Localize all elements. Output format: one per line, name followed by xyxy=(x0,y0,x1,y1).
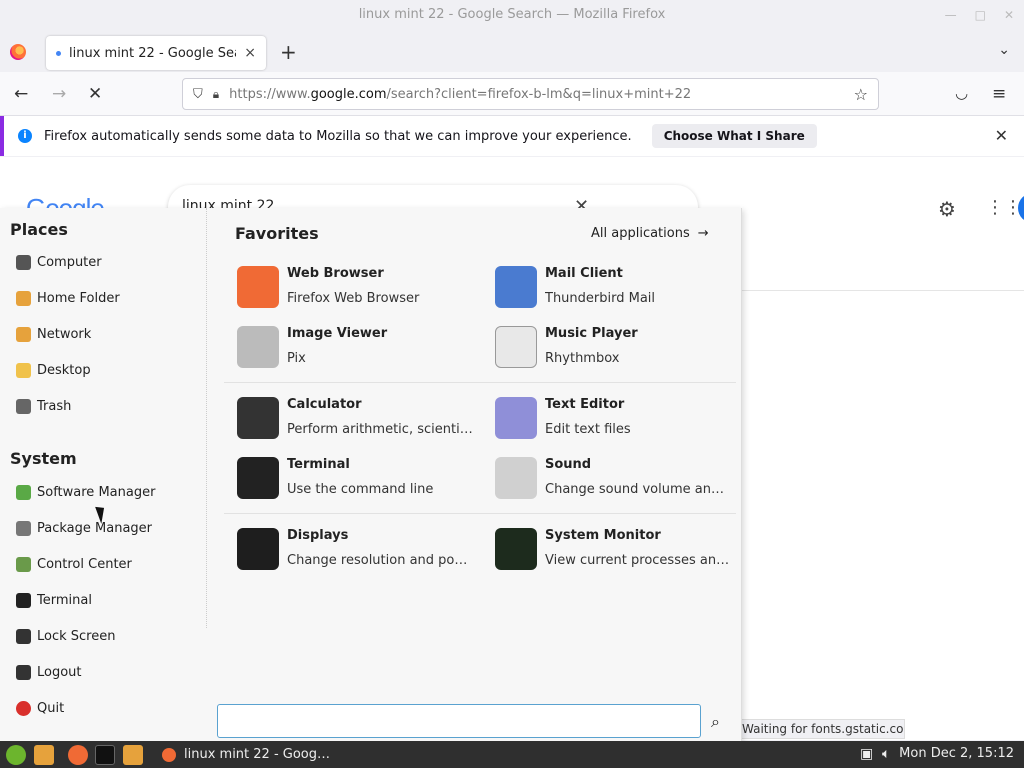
choose-what-i-share-button[interactable]: Choose What I Share xyxy=(651,124,817,148)
computer-icon xyxy=(16,254,31,270)
firefox-view-icon[interactable] xyxy=(10,44,26,60)
window-controls: — □ ✕ xyxy=(945,0,1014,30)
place-home-folder[interactable]: Home Folder xyxy=(16,286,120,310)
bookmark-star-icon[interactable]: ☆ xyxy=(854,85,868,104)
home-folder-icon xyxy=(16,290,31,306)
tab-label: linux mint 22 - Google Search xyxy=(69,45,236,61)
firefox-launcher-icon[interactable] xyxy=(68,745,88,765)
system-logout[interactable]: Logout xyxy=(16,660,82,684)
status-bubble: Waiting for fonts.gstatic.com… xyxy=(735,719,905,739)
taskbar-firefox-window[interactable]: linux mint 22 - Goog… xyxy=(154,741,332,768)
fav-music-player[interactable]: Music Player Rhythmbox xyxy=(495,324,735,372)
fav-web-browser[interactable]: Web Browser Firefox Web Browser xyxy=(237,264,477,312)
system-software-manager[interactable]: Software Manager xyxy=(16,480,155,504)
url-text[interactable]: https://www.google.com/search?client=fir… xyxy=(229,87,844,102)
firefox-icon xyxy=(237,266,279,308)
all-applications-button[interactable]: All applications → xyxy=(591,226,709,241)
fav-terminal[interactable]: Terminal Use the command line xyxy=(237,455,477,503)
system-terminal[interactable]: Terminal xyxy=(16,588,92,612)
fav-text-editor[interactable]: Text Editor Edit text files xyxy=(495,395,735,443)
terminal-icon xyxy=(16,592,31,608)
start-menu: Places Computer Home Folder Network Desk… xyxy=(0,208,742,741)
place-computer[interactable]: Computer xyxy=(16,250,102,274)
tab-google-search[interactable]: linux mint 22 - Google Search × xyxy=(46,36,266,70)
terminal-launcher-icon[interactable] xyxy=(95,745,115,765)
arrow-right-icon: → xyxy=(697,226,709,241)
lock-icon[interactable]: 🔒︎ xyxy=(213,87,219,102)
divider xyxy=(740,290,1024,291)
place-trash[interactable]: Trash xyxy=(16,394,71,418)
software-manager-icon xyxy=(16,484,31,500)
place-desktop[interactable]: Desktop xyxy=(16,358,91,382)
search-icon: ⌕ xyxy=(711,712,720,731)
network-folder-icon xyxy=(16,326,31,342)
fav-system-monitor[interactable]: System Monitor View current processes and… xyxy=(495,526,735,574)
music-note-icon xyxy=(495,326,537,368)
workspace-icon[interactable]: ▣ xyxy=(860,746,873,762)
loading-icon xyxy=(56,50,61,56)
system-lock-screen[interactable]: Lock Screen xyxy=(16,624,115,648)
taskbar-window-label: linux mint 22 - Goog… xyxy=(184,747,331,762)
system-package-manager[interactable]: Package Manager xyxy=(16,516,152,540)
list-all-tabs-button[interactable]: ⌄ xyxy=(998,42,1010,58)
lock-icon xyxy=(16,628,31,644)
fav-image-viewer[interactable]: Image Viewer Pix xyxy=(237,324,477,372)
stop-loading-button[interactable]: ✕ xyxy=(88,84,102,104)
close-tab-icon[interactable]: × xyxy=(244,45,256,61)
displays-icon xyxy=(237,528,279,570)
taskbar: linux mint 22 - Goog… ▣ 🔈︎ Mon Dec 2, 15… xyxy=(0,741,1024,768)
calculator-icon xyxy=(237,397,279,439)
system-control-center[interactable]: Control Center xyxy=(16,552,132,576)
tab-bar: linux mint 22 - Google Search × + ⌄ xyxy=(0,32,1024,72)
text-editor-icon xyxy=(495,397,537,439)
firefox-icon xyxy=(162,747,176,762)
control-center-icon xyxy=(16,556,31,572)
url-bar[interactable]: ⛉ 🔒︎ https://www.google.com/search?clien… xyxy=(182,78,879,110)
place-network[interactable]: Network xyxy=(16,322,91,346)
data-collection-notification: i Firefox automatically sends some data … xyxy=(0,116,1024,156)
show-desktop-icon[interactable] xyxy=(34,745,54,765)
power-icon xyxy=(16,700,31,716)
system-monitor-icon xyxy=(495,528,537,570)
tracking-protection-shield-icon[interactable]: ⛉ xyxy=(193,87,203,102)
new-tab-button[interactable]: + xyxy=(280,40,297,64)
settings-gear-icon[interactable]: ⚙ xyxy=(938,197,956,221)
mint-menu-icon[interactable] xyxy=(6,745,26,765)
files-launcher-icon[interactable] xyxy=(123,745,143,765)
notification-message: Firefox automatically sends some data to… xyxy=(44,128,632,144)
close-notification-icon[interactable]: ✕ xyxy=(995,126,1008,145)
favorites-separator xyxy=(224,513,736,514)
clock[interactable]: Mon Dec 2, 15:12 xyxy=(899,746,1014,761)
app-menu-button[interactable]: ≡ xyxy=(992,84,1006,104)
close-window-button[interactable]: ✕ xyxy=(1004,8,1014,22)
system-quit[interactable]: Quit xyxy=(16,696,64,720)
speaker-icon xyxy=(495,457,537,499)
navigation-bar: ← → ✕ ⛉ 🔒︎ https://www.google.com/search… xyxy=(0,72,1024,116)
image-viewer-icon xyxy=(237,326,279,368)
menu-search-input[interactable] xyxy=(217,704,701,738)
maximize-button[interactable]: □ xyxy=(975,8,986,22)
terminal-icon xyxy=(237,457,279,499)
back-button[interactable]: ← xyxy=(14,84,28,104)
fav-mail-client[interactable]: Mail Client Thunderbird Mail xyxy=(495,264,735,312)
info-icon: i xyxy=(18,129,32,143)
package-manager-icon xyxy=(16,520,31,536)
minimize-button[interactable]: — xyxy=(945,8,957,22)
places-heading: Places xyxy=(10,220,68,239)
fav-sound[interactable]: SoundChange sound volume and sound event… xyxy=(495,455,735,503)
fav-calculator[interactable]: Calculator Perform arithmetic, scientific… xyxy=(237,395,477,443)
fav-displays[interactable]: DisplaysChange resolution and position o… xyxy=(237,526,477,574)
logout-icon xyxy=(16,664,31,680)
mail-icon xyxy=(495,266,537,308)
desktop-folder-icon xyxy=(16,362,31,378)
system-heading: System xyxy=(10,449,77,468)
trash-icon xyxy=(16,398,31,414)
volume-icon[interactable]: 🔈︎ xyxy=(882,746,890,762)
favorites-separator xyxy=(224,382,736,383)
window-title: linux mint 22 - Google Search — Mozilla … xyxy=(0,0,1024,30)
favorites-heading: Favorites xyxy=(235,224,319,243)
pocket-icon[interactable]: ◡ xyxy=(955,84,968,102)
forward-button[interactable]: → xyxy=(52,84,66,104)
